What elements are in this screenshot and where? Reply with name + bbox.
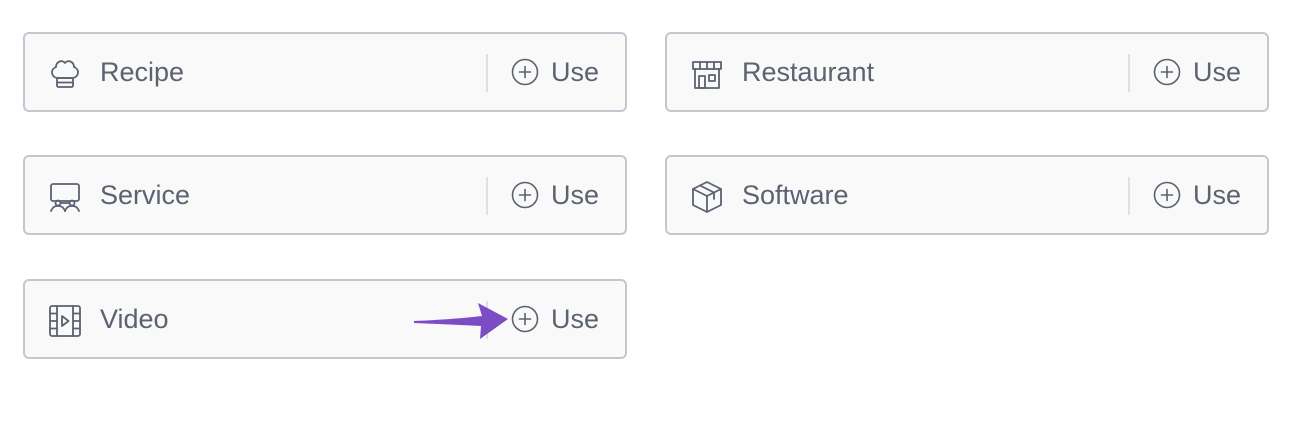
divider [1128, 54, 1130, 92]
schema-card-recipe: Recipe Use [23, 32, 627, 112]
plus-circle-icon [1153, 58, 1181, 86]
schema-label: Software [742, 180, 849, 210]
schema-label: Recipe [100, 57, 185, 87]
schema-label: Video [100, 304, 169, 334]
divider [1128, 177, 1130, 215]
schema-label: Restaurant [742, 57, 875, 87]
schema-card-software: Software Use [665, 155, 1269, 235]
use-video-button[interactable]: Use [511, 281, 611, 357]
plus-circle-icon [511, 305, 539, 333]
use-label: Use [1193, 180, 1242, 210]
use-restaurant-button[interactable]: Use [1153, 34, 1253, 110]
plus-circle-icon [1153, 181, 1181, 209]
use-label: Use [551, 304, 600, 334]
schema-card-restaurant: Restaurant Use [665, 32, 1269, 112]
use-software-button[interactable]: Use [1153, 157, 1253, 233]
divider [486, 177, 488, 215]
schema-card-video: Video Use [23, 279, 627, 359]
divider [486, 54, 488, 92]
chef-hat-icon [47, 56, 83, 92]
use-label: Use [551, 180, 600, 210]
plus-circle-icon [511, 58, 539, 86]
use-recipe-button[interactable]: Use [511, 34, 611, 110]
annotation-arrow-icon [414, 303, 508, 339]
use-label: Use [551, 57, 600, 87]
package-box-icon [689, 179, 725, 215]
use-label: Use [1193, 57, 1242, 87]
use-service-button[interactable]: Use [511, 157, 611, 233]
schema-label: Service [100, 180, 191, 210]
service-counter-icon [47, 179, 83, 215]
storefront-icon [689, 56, 725, 92]
plus-circle-icon [511, 181, 539, 209]
film-strip-icon [47, 303, 83, 339]
schema-card-service: Service Use [23, 155, 627, 235]
